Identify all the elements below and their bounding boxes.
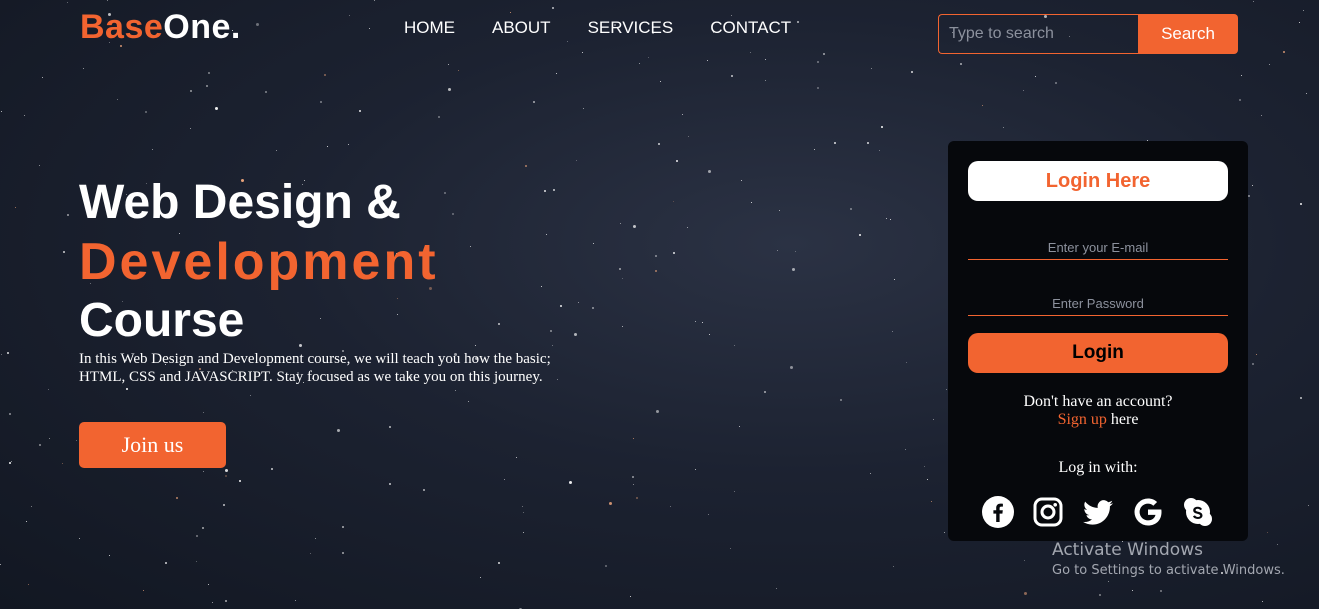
email-field[interactable] <box>968 236 1228 260</box>
watermark-subtitle: Go to Settings to activate Windows. <box>1052 563 1285 578</box>
search-bar: Search <box>938 14 1238 54</box>
social-login-row <box>982 496 1214 528</box>
hero-title-line3: Course <box>79 294 245 347</box>
logo-part-one: One. <box>163 8 241 46</box>
search-input[interactable] <box>938 14 1138 54</box>
login-title: Login Here <box>968 161 1228 201</box>
hero-title-line2: Development <box>79 233 439 291</box>
nav-home[interactable]: HOME <box>404 18 455 38</box>
nav-about[interactable]: ABOUT <box>492 18 551 38</box>
google-icon[interactable] <box>1132 496 1164 528</box>
hero-section: Web Design & Development Course In this … <box>79 174 579 386</box>
hero-title-line1: Web Design & <box>79 176 401 229</box>
signup-suffix: here <box>1106 411 1139 428</box>
facebook-icon[interactable] <box>982 496 1014 528</box>
no-account-text: Don't have an account? <box>1023 393 1173 410</box>
twitter-icon[interactable] <box>1082 496 1114 528</box>
signup-line: Sign up here <box>948 411 1248 429</box>
join-us-button[interactable]: Join us <box>79 422 226 468</box>
login-with-label: Log in with: <box>1058 459 1138 476</box>
password-field[interactable] <box>968 292 1228 316</box>
logo-part-base: Base <box>80 8 164 46</box>
watermark-title: Activate Windows <box>1052 540 1203 560</box>
brand-logo[interactable]: BaseOne. <box>80 8 241 47</box>
hero-description: In this Web Design and Development cours… <box>79 351 551 385</box>
nav-services[interactable]: SERVICES <box>588 18 674 38</box>
activate-windows-watermark: Activate Windows Go to Settings to activ… <box>1052 540 1285 578</box>
instagram-icon[interactable] <box>1032 496 1064 528</box>
skype-icon[interactable] <box>1182 496 1214 528</box>
main-nav: HOME ABOUT SERVICES CONTACT <box>404 18 791 38</box>
signup-link[interactable]: Sign up <box>1058 411 1107 428</box>
login-panel: Login Here Login Don't have an account? … <box>948 141 1248 541</box>
nav-contact[interactable]: CONTACT <box>710 18 791 38</box>
search-button[interactable]: Search <box>1138 14 1238 54</box>
login-button[interactable]: Login <box>968 333 1228 373</box>
